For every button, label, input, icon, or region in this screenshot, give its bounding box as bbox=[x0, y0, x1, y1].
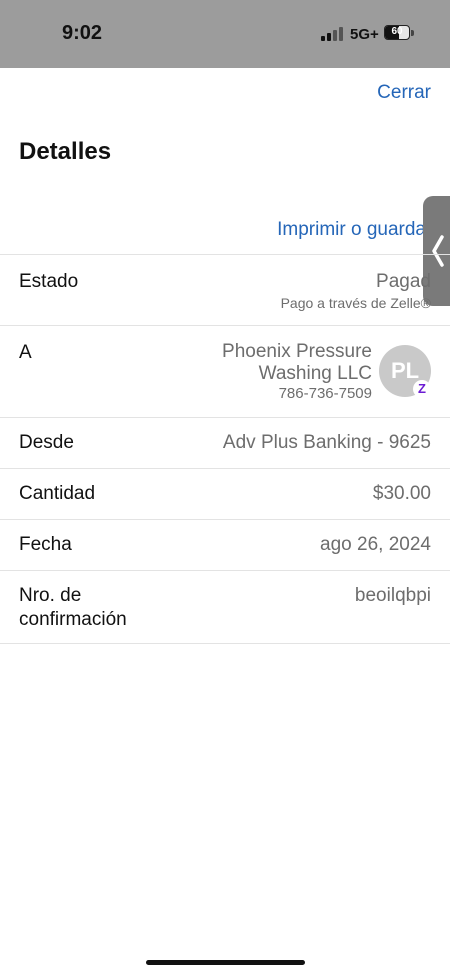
close-button[interactable]: Cerrar bbox=[377, 82, 431, 104]
amount-value: $30.00 bbox=[372, 483, 431, 504]
payee-label: A bbox=[19, 342, 32, 363]
divider bbox=[0, 519, 450, 520]
battery-icon: 60 bbox=[384, 25, 410, 40]
from-label: Desde bbox=[19, 432, 74, 453]
payee-name: Phoenix Pressure Washing LLC bbox=[222, 341, 372, 384]
page-title: Detalles bbox=[19, 138, 112, 165]
payee-phone: 786-736-7509 bbox=[278, 385, 372, 402]
battery-tip bbox=[411, 30, 414, 36]
status-value: Pagad bbox=[376, 271, 431, 292]
print-or-save-button[interactable]: Imprimir o guarda bbox=[277, 219, 426, 241]
divider bbox=[0, 468, 450, 469]
confirmation-value: beoilqbpi bbox=[354, 585, 431, 606]
divider bbox=[0, 643, 450, 644]
details-sheet bbox=[0, 68, 450, 976]
divider bbox=[0, 417, 450, 418]
chevron-left-icon bbox=[432, 235, 444, 267]
home-indicator[interactable] bbox=[146, 960, 305, 965]
divider bbox=[0, 325, 450, 326]
from-value: Adv Plus Banking - 9625 bbox=[222, 432, 431, 453]
status-sub: Pago a través de Zelle® bbox=[280, 295, 431, 311]
network-label: 5G+ bbox=[350, 26, 379, 43]
confirmation-label: Nro. de confirmación bbox=[19, 585, 127, 630]
status-label: Estado bbox=[19, 271, 79, 292]
signal-icon bbox=[321, 27, 345, 41]
status-time: 9:02 bbox=[62, 22, 103, 44]
divider bbox=[0, 254, 450, 255]
zelle-badge-icon: Z bbox=[413, 380, 431, 398]
date-value: ago 26, 2024 bbox=[320, 534, 431, 555]
battery-level: 60 bbox=[391, 26, 403, 37]
status-bar: 9:02 5G+ 60 bbox=[0, 0, 450, 68]
divider bbox=[0, 570, 450, 571]
date-label: Fecha bbox=[19, 534, 72, 555]
amount-label: Cantidad bbox=[19, 483, 96, 504]
